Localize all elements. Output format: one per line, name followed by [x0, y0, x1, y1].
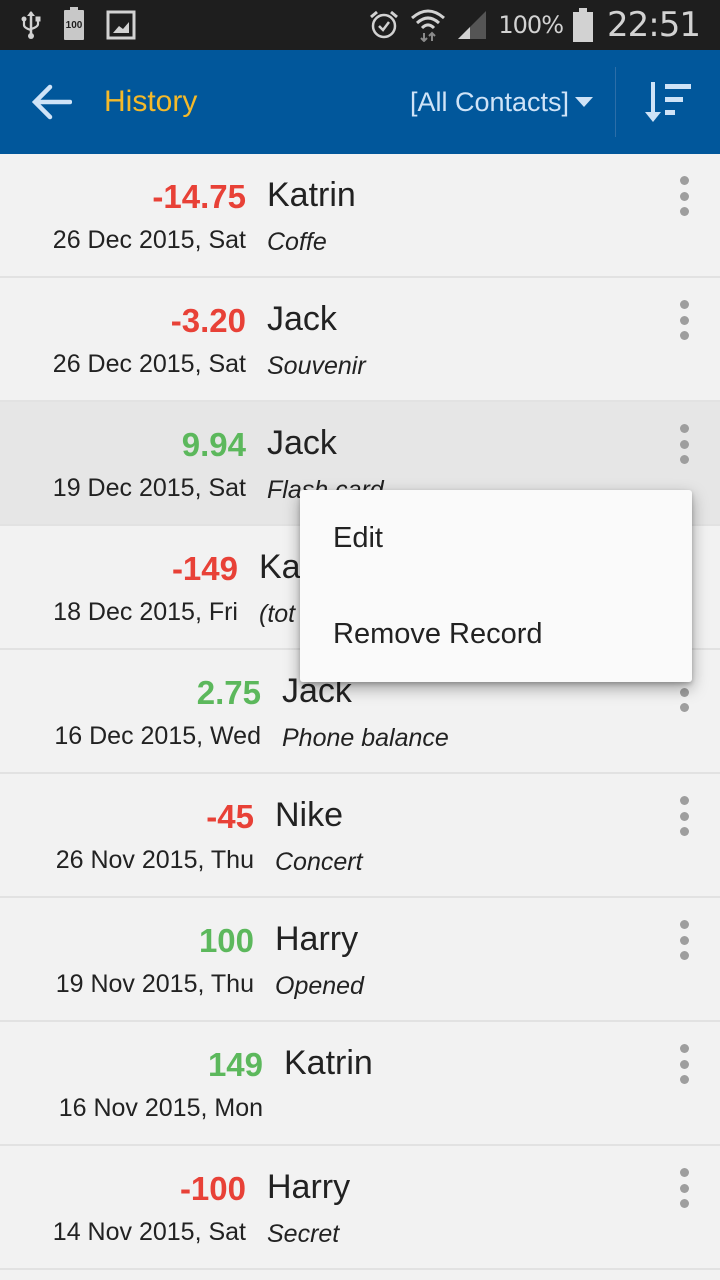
record-contact-name: Katrin — [267, 176, 356, 214]
more-options-icon[interactable] — [674, 920, 694, 960]
record-amount: 149 — [207, 1046, 263, 1083]
record-amount: -100 — [179, 1170, 246, 1207]
record-date: 14 Nov 2015, Sat — [52, 1218, 246, 1246]
caret-down-icon — [575, 97, 593, 107]
signal-icon — [456, 9, 488, 41]
record-contact-name: Ka — [259, 548, 301, 586]
record-date: 19 Nov 2015, Thu — [55, 970, 254, 998]
record-amount: 2.75 — [196, 674, 261, 711]
more-options-icon[interactable] — [674, 424, 694, 464]
app-root: 100 100% 22:51 History [All Contacts] -1… — [0, 0, 720, 1280]
contacts-filter-label: [All Contacts] — [409, 86, 569, 117]
menu-item-edit[interactable]: Edit — [300, 490, 692, 586]
record-contact-name: Nike — [275, 796, 344, 834]
arrow-left-icon — [32, 84, 72, 120]
record-date: 16 Dec 2015, Wed — [54, 722, 261, 750]
battery-percent: 100% — [498, 11, 564, 39]
battery-icon — [573, 8, 594, 42]
record-date: 18 Dec 2015, Fri — [53, 598, 238, 626]
history-record-row[interactable]: 149 16 Nov 2015, Mon Katrin — [0, 1022, 720, 1146]
record-note: Secret — [267, 1220, 340, 1248]
record-date: 26 Dec 2015, Sat — [52, 350, 246, 378]
status-bar: 100 100% 22:51 — [0, 0, 720, 50]
record-amount: -3.20 — [170, 302, 246, 339]
usb-icon — [20, 10, 42, 40]
record-contact-name: Harry — [267, 1168, 351, 1206]
status-left: 100 — [20, 7, 136, 40]
toolbar: History [All Contacts] — [0, 50, 720, 154]
more-options-icon[interactable] — [674, 1044, 694, 1084]
sort-button[interactable] — [616, 50, 720, 154]
record-note: Phone balance — [282, 724, 449, 752]
history-record-row[interactable]: 100 19 Nov 2015, Thu Harry Opened — [0, 898, 720, 1022]
page-title: History — [104, 85, 198, 118]
record-amount: 9.94 — [181, 426, 246, 463]
record-contact-name: Katrin — [284, 1044, 373, 1082]
record-context-menu: Edit Remove Record — [300, 490, 692, 682]
battery-100-icon: 100 — [64, 7, 84, 40]
back-button[interactable] — [0, 50, 104, 154]
more-options-icon[interactable] — [674, 796, 694, 836]
record-note: Coffe — [267, 228, 327, 256]
menu-item-remove-record[interactable]: Remove Record — [300, 586, 692, 682]
history-list: -14.75 26 Dec 2015, Sat Katrin Coffe -3.… — [0, 154, 720, 1270]
history-record-row[interactable]: -14.75 26 Dec 2015, Sat Katrin Coffe — [0, 154, 720, 278]
contacts-filter-dropdown[interactable]: [All Contacts] — [410, 87, 593, 118]
gallery-icon — [106, 10, 136, 40]
record-date: 19 Dec 2015, Sat — [52, 474, 246, 502]
history-record-row[interactable]: -100 14 Nov 2015, Sat Harry Secret — [0, 1146, 720, 1270]
record-amount: -45 — [206, 798, 254, 835]
record-note: Concert — [275, 848, 363, 876]
record-date: 26 Nov 2015, Thu — [55, 846, 254, 874]
history-record-row[interactable]: -45 26 Nov 2015, Thu Nike Concert — [0, 774, 720, 898]
history-record-row[interactable]: -3.20 26 Dec 2015, Sat Jack Souvenir — [0, 278, 720, 402]
status-right: 100% 22:51 — [368, 5, 701, 45]
record-contact-name: Jack — [267, 300, 337, 338]
record-note: (tot — [259, 600, 296, 628]
sort-icon — [645, 82, 691, 122]
record-amount: -149 — [171, 550, 238, 587]
record-date: 26 Dec 2015, Sat — [52, 226, 246, 254]
alarm-icon — [368, 9, 400, 41]
more-options-icon[interactable] — [674, 300, 694, 340]
more-options-icon[interactable] — [674, 176, 694, 216]
record-note: Souvenir — [267, 352, 366, 380]
wifi-icon — [410, 8, 446, 42]
record-amount: 100 — [198, 922, 254, 959]
record-date: 16 Nov 2015, Mon — [58, 1094, 263, 1122]
record-amount: -14.75 — [152, 178, 246, 215]
record-contact-name: Harry — [275, 920, 359, 958]
record-note: Opened — [275, 972, 364, 1000]
more-options-icon[interactable] — [674, 1168, 694, 1208]
clock: 22:51 — [607, 5, 701, 45]
record-contact-name: Jack — [267, 424, 337, 462]
